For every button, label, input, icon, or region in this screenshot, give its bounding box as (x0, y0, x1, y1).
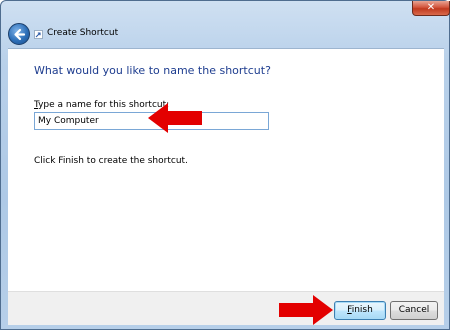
finish-hint: Click Finish to create the shortcut. (34, 156, 188, 166)
cancel-button[interactable]: Cancel (390, 301, 438, 320)
annotation-arrow-finish-button (279, 295, 333, 325)
close-icon: ✕ (426, 2, 436, 13)
finish-button[interactable]: Finish (334, 301, 386, 320)
page-heading: What would you like to name the shortcut… (34, 64, 271, 77)
shortcut-icon (34, 30, 43, 39)
dialog-content: What would you like to name the shortcut… (8, 48, 444, 291)
create-shortcut-window: ✕ Create Shortcut What would you like to… (0, 0, 450, 330)
finish-label: inish (351, 305, 373, 315)
back-arrow-icon (14, 28, 26, 41)
dialog-header: Create Shortcut (8, 21, 444, 49)
annotation-arrow-name-field (148, 103, 202, 133)
dialog-footer: Finish Cancel (8, 291, 444, 325)
dialog-title: Create Shortcut (47, 28, 119, 38)
back-button[interactable] (8, 23, 30, 45)
close-button[interactable]: ✕ (412, 1, 450, 16)
